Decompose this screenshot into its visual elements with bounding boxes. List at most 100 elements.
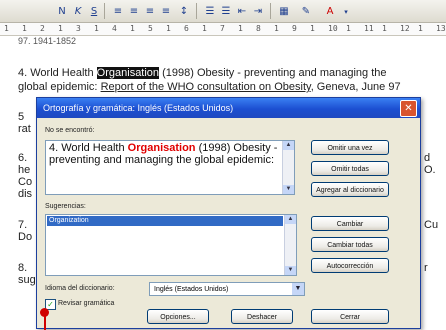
ruler-mark: 1 <box>382 24 387 33</box>
align-right-icon[interactable]: ≡ <box>142 4 158 20</box>
textbox-scrollbar[interactable]: ▲ ▼ <box>282 141 294 194</box>
not-found-textbox[interactable]: 4. World Health Organisation (1998) Obes… <box>45 140 295 195</box>
ruler-mark: 2 <box>40 24 45 33</box>
ruler-mark: 6 <box>184 24 189 33</box>
align-center-icon[interactable]: ≡ <box>126 4 142 20</box>
ruler-mark: 1 <box>238 24 243 33</box>
document-fragment: 8. <box>18 262 28 274</box>
chevron-down-icon[interactable]: ▾ <box>338 4 354 20</box>
increase-indent-icon[interactable]: ⇥ <box>250 4 266 20</box>
document-text: , Geneva, June 97 <box>310 81 401 93</box>
ruler-mark: 12 <box>400 24 410 33</box>
ruler-mark: 1 <box>58 24 63 33</box>
suggestions-label: Sugerencias: <box>45 203 86 210</box>
ruler-mark: 1 <box>166 24 171 33</box>
bullet-list-icon[interactable]: ☰ <box>218 4 234 20</box>
not-found-label: No se encontró: <box>45 127 95 134</box>
ignore-all-button[interactable]: Omitir todas <box>311 161 389 176</box>
spelling-grammar-dialog: Ortografía y gramática: Inglés (Estados … <box>36 97 421 329</box>
scroll-up-icon[interactable]: ▲ <box>285 215 296 224</box>
dictionary-language-select[interactable]: Inglés (Estados Unidos) ▼ <box>149 282 305 296</box>
document-text: (1998) Obesity - preventing and managing… <box>159 67 387 79</box>
document-line: 4. World Health Organisation (1998) Obes… <box>18 67 387 79</box>
ruler-mark: 1 <box>346 24 351 33</box>
ruler-mark: 1 <box>310 24 315 33</box>
change-all-button[interactable]: Cambiar todas <box>311 237 389 252</box>
border-icon[interactable]: ▦ <box>276 4 292 20</box>
ruler-mark: 4 <box>112 24 117 33</box>
ignore-once-button[interactable]: Omitir una vez <box>311 140 389 155</box>
ruler-mark: 1 <box>130 24 135 33</box>
grammar-checkbox-label: Revisar gramática <box>58 300 115 307</box>
document-fragment: Co <box>18 176 33 188</box>
underline-icon[interactable]: S <box>86 4 102 20</box>
toolbar-separator <box>270 3 271 19</box>
ruler-mark: 11 <box>364 24 374 33</box>
error-word: Organisation <box>127 142 196 154</box>
bold-icon[interactable]: N <box>54 4 70 20</box>
scroll-down-icon[interactable]: ▼ <box>285 266 296 275</box>
context-text: 4. World Health <box>49 142 128 154</box>
font-color-icon[interactable]: A <box>322 4 338 20</box>
ruler-mark: 3 <box>76 24 81 33</box>
ruler-mark: 1 <box>274 24 279 33</box>
decrease-indent-icon[interactable]: ⇤ <box>234 4 250 20</box>
dialog-title: Ortografía y gramática: Inglés (Estados … <box>43 103 234 113</box>
ruler[interactable]: 1 1 2 1 3 1 4 1 5 1 6 1 7 1 8 1 9 1 10 1… <box>0 23 446 36</box>
ruler-mark: 1 <box>202 24 207 33</box>
document-line: 97. 1941-1852 <box>18 36 77 46</box>
dictionary-language-label: Idioma del diccionario: <box>45 285 115 292</box>
chevron-down-icon[interactable]: ▼ <box>292 283 304 295</box>
document-fragment: r <box>424 262 428 274</box>
ruler-mark: 13 <box>436 24 446 33</box>
document-fragment: rat <box>18 123 31 135</box>
document-text: global epidemic: <box>18 81 101 93</box>
add-to-dictionary-button[interactable]: Agregar al diccionario <box>311 182 389 197</box>
document-line: global epidemic: Report of the WHO consu… <box>18 81 401 93</box>
close-button[interactable]: Cerrar <box>311 309 389 324</box>
document-text: 4. World Health <box>18 67 97 79</box>
document-fragment: sug <box>18 274 36 286</box>
document-fragment: Do <box>18 231 33 243</box>
document-fragment: he <box>18 164 31 176</box>
suggestions-list[interactable]: Organization ▲ ▼ <box>45 214 297 276</box>
document-fragment: 6. <box>18 152 28 164</box>
document-fragment: O. <box>424 164 436 176</box>
justify-icon[interactable]: ≡ <box>158 4 174 20</box>
pointer-marker-dot <box>40 308 49 317</box>
ruler-mark: 1 <box>22 24 27 33</box>
ruler-mark: 1 <box>94 24 99 33</box>
formatting-toolbar: N K S ≡ ≡ ≡ ≡ ↕ ☰ ☰ ⇤ ⇥ ▦ ✎ A ▾ <box>0 0 446 23</box>
ruler-mark: 7 <box>220 24 225 33</box>
undo-button[interactable]: Deshacer <box>231 309 293 324</box>
document-fragment: d <box>424 152 431 164</box>
close-icon[interactable]: ✕ <box>400 100 417 117</box>
document-fragment: 5 <box>18 111 25 123</box>
scroll-down-icon[interactable]: ▼ <box>283 185 294 194</box>
document-fragment: 7. <box>18 219 28 231</box>
ruler-mark: 9 <box>292 24 297 33</box>
ruler-mark: 10 <box>328 24 338 33</box>
suggestion-item[interactable]: Organization <box>47 216 283 226</box>
scroll-up-icon[interactable]: ▲ <box>283 141 294 150</box>
highlight-icon[interactable]: ✎ <box>298 4 314 20</box>
change-button[interactable]: Cambiar <box>311 216 389 231</box>
align-left-icon[interactable]: ≡ <box>110 4 126 20</box>
autocorrect-button[interactable]: Autocorrección <box>311 258 389 273</box>
italic-icon[interactable]: K <box>70 4 86 20</box>
document-link[interactable]: Report of the WHO consultation on Obesit… <box>101 81 311 93</box>
line-spacing-icon[interactable]: ↕ <box>176 4 192 20</box>
ruler-mark: 1 <box>418 24 423 33</box>
dialog-titlebar[interactable]: Ortografía y gramática: Inglés (Estados … <box>37 98 420 118</box>
highlighted-word: Organisation <box>96 67 160 79</box>
document-fragment: Cu <box>424 219 439 231</box>
ruler-mark: 1 <box>4 24 9 33</box>
options-button[interactable]: Opciones... <box>147 309 209 324</box>
ruler-mark: 8 <box>256 24 261 33</box>
ruler-mark: 5 <box>148 24 153 33</box>
document-fragment: dis <box>18 188 33 200</box>
dictionary-language-value: Inglés (Estados Unidos) <box>154 286 229 293</box>
toolbar-separator <box>104 3 105 19</box>
suggestions-scrollbar[interactable]: ▲ ▼ <box>284 215 296 275</box>
numbered-list-icon[interactable]: ☰ <box>202 4 218 20</box>
